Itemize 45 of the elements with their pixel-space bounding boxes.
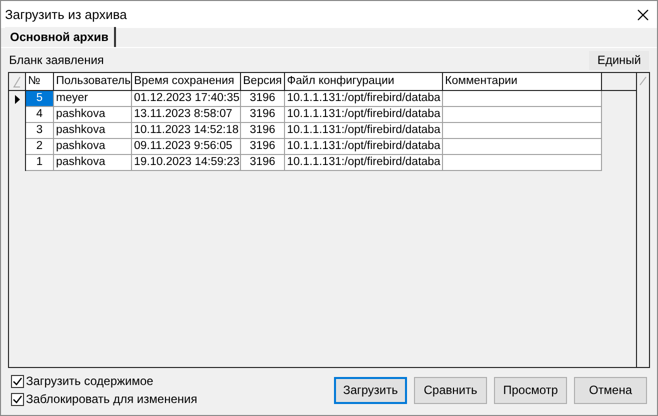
column-header[interactable]: № [26, 73, 54, 90]
table-cell-text: 1 [36, 155, 43, 170]
form-label: Бланк заявления [9, 52, 104, 69]
dialog-button[interactable]: Просмотр [494, 376, 567, 404]
table-cell-text: 13.11.2023 8:58:07 [134, 107, 232, 122]
table-cell-text: 5 [36, 91, 43, 106]
row-pointer-icon [14, 94, 20, 104]
table-cell-text: pashkova [56, 123, 106, 138]
table-cell-text: 19.10.2023 14:59:23 [134, 155, 240, 170]
table-cell-text: 10.1.1.131:/opt/firebird/databa [287, 155, 440, 170]
table-cell-text: 2 [36, 139, 43, 154]
table-cell-text: 3196 [250, 139, 276, 154]
mode-button[interactable]: Единый [589, 50, 649, 70]
window-title: Загрузить из архива [5, 6, 127, 24]
table-cell-text: 4 [36, 107, 43, 122]
column-header[interactable]: Файл конфигурации [285, 73, 443, 90]
table-cell-text: 10.1.1.131:/opt/firebird/databa [287, 139, 440, 154]
table-cell-text: 3196 [250, 155, 276, 170]
checkbox[interactable] [11, 392, 24, 406]
column-header[interactable]: Комментарии [443, 73, 602, 90]
column-header[interactable]: Время сохранения [132, 73, 241, 90]
checkbox[interactable] [11, 374, 24, 388]
checkbox-label[interactable]: Загрузить содержимое [26, 372, 154, 390]
dialog-button[interactable]: Сравнить [414, 376, 487, 404]
table-cell-text: 01.12.2023 17:40:35 [134, 91, 240, 106]
dialog-button[interactable]: Загрузить [334, 376, 407, 404]
table-cell-text: 09.11.2023 9:56:05 [134, 139, 232, 154]
table-cell-text: 3 [36, 123, 43, 138]
column-header[interactable]: Версия [241, 73, 285, 90]
table-cell-text: pashkova [56, 155, 106, 170]
table-cell-text: meyer [56, 91, 88, 106]
table-cell-text: 10.1.1.131:/opt/firebird/databa [287, 123, 440, 138]
table-cell-text: 3196 [250, 91, 276, 106]
table-cell-text: 10.1.1.131:/opt/firebird/databa [287, 91, 440, 106]
table-cell-text: 10.1.1.131:/opt/firebird/databa [287, 107, 440, 122]
table-cell-text: 10.11.2023 14:52:18 [134, 123, 239, 138]
tab[interactable]: Основной архив [5, 27, 116, 47]
dialog-button[interactable]: Отмена [574, 376, 647, 404]
table-cell-text: 3196 [250, 123, 276, 138]
checkbox-label[interactable]: Заблокировать для изменения [26, 390, 198, 408]
table-cell-text: 3196 [250, 107, 276, 122]
column-header[interactable]: Пользователь [54, 73, 132, 90]
table-cell-text: pashkova [56, 107, 106, 122]
close-icon[interactable] [637, 8, 649, 20]
table-cell-text: pashkova [56, 139, 106, 154]
